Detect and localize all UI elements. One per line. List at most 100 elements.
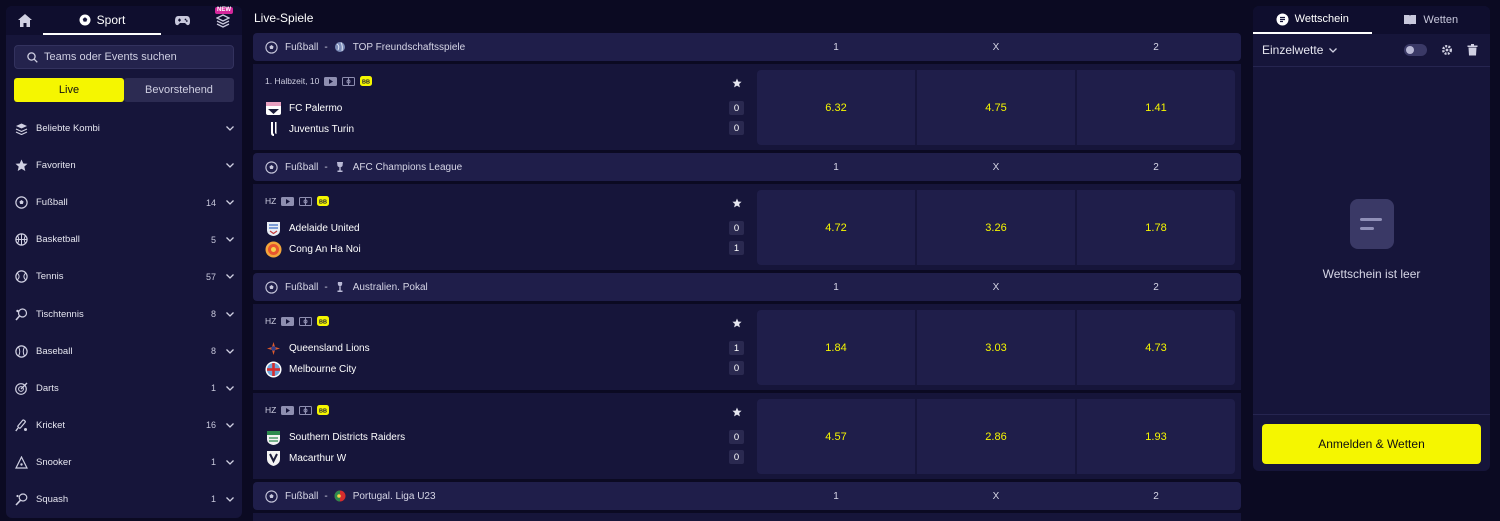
match-status: HZ: [265, 405, 277, 415]
team-name: Southern Districts Raiders: [289, 432, 406, 443]
match-status: HZ: [265, 196, 277, 206]
sidebar-item-count: 8: [210, 346, 216, 357]
col-label-home: 1: [833, 490, 839, 502]
bet-builder-icon: BB: [317, 196, 330, 206]
odds-button-away[interactable]: 1.78: [1077, 190, 1235, 265]
sidebar-item-snooker[interactable]: Snooker 1: [6, 444, 242, 481]
chevron-down-icon: [1329, 47, 1338, 53]
col-label-home: 1: [833, 41, 839, 53]
chevron-down-icon: [226, 421, 234, 429]
sidebar-item-tennis[interactable]: Tennis 57: [6, 258, 242, 295]
favorite-star-icon[interactable]: [732, 318, 742, 328]
nav-sport[interactable]: Sport: [43, 6, 161, 35]
odds-button-home[interactable]: 6.32: [757, 70, 915, 145]
svg-text:BB: BB: [319, 199, 327, 205]
score-home: 1: [729, 341, 744, 355]
league-header[interactable]: Fußball - AFC Champions League 1 X 2: [253, 153, 1241, 181]
sidebar: Sport NEW Live Bevorstehend Beliebte Kom…: [6, 6, 242, 518]
sidebar-item-label: Favoriten: [36, 160, 76, 172]
favorite-star-icon[interactable]: [732, 407, 742, 417]
search-icon: [27, 51, 38, 63]
sidebar-item-label: Tennis: [36, 271, 64, 283]
sport-list: Beliebte Kombi Favoriten Fußball 14 Bask…: [6, 110, 242, 518]
odds-button-draw[interactable]: 3.26: [917, 190, 1075, 265]
sidebar-item-label: Beliebte Kombi: [36, 123, 100, 135]
chevron-down-icon: [226, 125, 234, 133]
nav-layers[interactable]: NEW: [203, 6, 242, 35]
toggle-upcoming[interactable]: Bevorstehend: [124, 78, 234, 102]
sidebar-item-label: Fußball: [36, 197, 68, 209]
betslip-tabs: Wettschein Wetten: [1253, 6, 1490, 34]
odds-button-home[interactable]: 4.57: [757, 399, 915, 474]
odds-button-away[interactable]: 4.73: [1077, 310, 1235, 385]
odds-button-home[interactable]: 1.84: [757, 310, 915, 385]
sidebar-item-basketball[interactable]: Basketball 5: [6, 221, 242, 258]
match-row[interactable]: HZ BB Adelaide United Cong An Ha Noi 0 1…: [253, 184, 1241, 270]
sidebar-item-count: 16: [205, 420, 216, 431]
gear-icon[interactable]: [1441, 44, 1453, 56]
sidebar-item-beliebte-kombi[interactable]: Beliebte Kombi: [6, 110, 242, 147]
match-row[interactable]: HZ BB Queensland Lions Melbourne City 1 …: [253, 304, 1241, 390]
tab-wetten[interactable]: Wetten: [1372, 6, 1491, 34]
league-header[interactable]: Fußball - Portugal. Liga U23 1 X 2: [253, 482, 1241, 510]
league-sport: Fußball: [285, 281, 319, 293]
layers-icon: [215, 13, 230, 28]
favorite-star-icon[interactable]: [732, 78, 742, 88]
team-logo-icon: [265, 429, 282, 446]
sidebar-item-tischtennis[interactable]: Tischtennis 8: [6, 295, 242, 332]
field-icon: [299, 316, 313, 326]
sidebar-item-favoriten[interactable]: Favoriten: [6, 147, 242, 184]
nav-sport-label: Sport: [96, 12, 126, 27]
sidebar-item-kricket[interactable]: Kricket 16: [6, 407, 242, 444]
team-logo-icon: [265, 340, 282, 357]
chevron-down-icon: [226, 273, 234, 281]
sidebar-item-count: 1: [210, 494, 216, 505]
bet-builder-icon: BB: [360, 76, 373, 86]
sidebar-item-fussball[interactable]: Fußball 14: [6, 184, 242, 221]
sidebar-item-label: Darts: [36, 382, 59, 394]
league-header[interactable]: Fußball - Australien. Pokal 1 X 2: [253, 273, 1241, 301]
nav-games[interactable]: [161, 6, 203, 35]
search-box[interactable]: [14, 45, 234, 69]
soccer-ball-icon: [79, 14, 91, 25]
odds-button-home[interactable]: 4.72: [757, 190, 915, 265]
chevron-down-icon: [226, 347, 234, 355]
odds-button-draw[interactable]: 4.75: [917, 70, 1075, 145]
sidebar-item-darts[interactable]: Darts 1: [6, 370, 242, 407]
sidebar-item-baseball[interactable]: Baseball 8: [6, 333, 242, 370]
bet-mode-select[interactable]: Einzelwette: [1262, 43, 1338, 57]
tab-wettschein[interactable]: Wettschein: [1253, 6, 1372, 34]
sidebar-item-squash[interactable]: Squash 1: [6, 481, 242, 518]
snooker-icon: [14, 455, 28, 469]
soccer-ball-icon: [265, 280, 278, 294]
quick-bet-toggle[interactable]: [1404, 44, 1427, 56]
odds-button-away[interactable]: 1.93: [1077, 399, 1235, 474]
chevron-down-icon: [226, 310, 234, 318]
team-home: Southern Districts Raiders: [265, 429, 405, 446]
team-name: Macarthur W: [289, 453, 347, 464]
baseball-icon: [14, 344, 28, 358]
match-row[interactable]: [253, 513, 1241, 521]
chevron-down-icon: [226, 458, 234, 466]
match-status: HZ: [265, 316, 277, 326]
col-label-away: 2: [1153, 41, 1159, 53]
nav-home[interactable]: [6, 6, 43, 35]
favorite-star-icon[interactable]: [732, 198, 742, 208]
sidebar-item-count: 5: [210, 234, 216, 245]
odds-button-away[interactable]: 1.41: [1077, 70, 1235, 145]
odds-button-draw[interactable]: 2.86: [917, 399, 1075, 474]
trash-icon[interactable]: [1467, 44, 1478, 56]
match-row[interactable]: 1. Halbzeit, 10 BB FC Palermo Juventus T…: [253, 64, 1241, 150]
login-and-bet-button[interactable]: Anmelden & Wetten: [1262, 424, 1481, 464]
odds-button-draw[interactable]: 3.03: [917, 310, 1075, 385]
team-away: Juventus Turin: [265, 121, 354, 138]
globe-icon: [334, 41, 346, 53]
search-input[interactable]: [44, 51, 224, 63]
col-label-home: 1: [833, 161, 839, 173]
match-row[interactable]: HZ BB Southern Districts Raiders Macarth…: [253, 393, 1241, 479]
team-name: Queensland Lions: [289, 343, 370, 354]
team-away: Macarthur W: [265, 450, 346, 467]
betslip-tools: [1404, 44, 1478, 56]
toggle-live[interactable]: Live: [14, 78, 124, 102]
league-header[interactable]: Fußball - TOP Freundschaftsspiele 1 X 2: [253, 33, 1241, 61]
